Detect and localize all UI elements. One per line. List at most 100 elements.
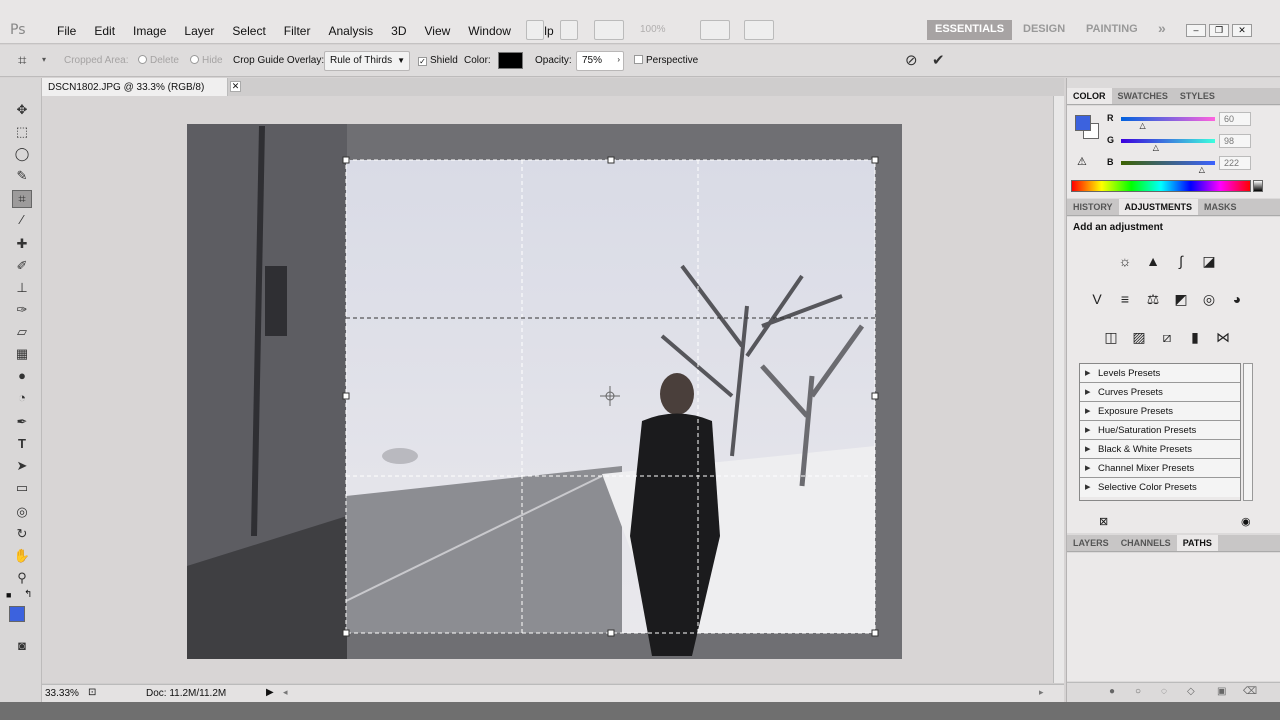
- tab-channels[interactable]: CHANNELS: [1115, 535, 1177, 551]
- menu-window[interactable]: Window: [459, 24, 520, 38]
- screen-mode-icon[interactable]: [744, 20, 774, 40]
- menu-edit[interactable]: Edit: [85, 24, 124, 38]
- list-item-curves-presets[interactable]: Curves Presets: [1080, 383, 1240, 402]
- tab-paths[interactable]: PATHS: [1176, 535, 1218, 551]
- zoom-readout[interactable]: 33.33%: [45, 688, 79, 699]
- healing-brush-tool-icon[interactable]: ✚: [12, 236, 32, 254]
- marquee-tool-icon[interactable]: ⬚: [12, 124, 32, 142]
- dodge-tool-icon[interactable]: ◔: [12, 390, 32, 408]
- 3d-rotate-tool-icon[interactable]: ◎: [12, 504, 32, 522]
- tab-color[interactable]: COLOR: [1067, 88, 1112, 104]
- cancel-crop-icon[interactable]: ⊘: [905, 51, 918, 69]
- move-tool-icon[interactable]: ✥: [12, 102, 32, 120]
- menu-analysis[interactable]: Analysis: [319, 24, 382, 38]
- hide-radio[interactable]: Hide: [190, 55, 223, 66]
- tab-styles[interactable]: STYLES: [1174, 88, 1221, 104]
- presets-scrollbar[interactable]: [1243, 363, 1253, 501]
- pen-tool-icon[interactable]: ✒: [12, 414, 32, 432]
- menu-3d[interactable]: 3D: [382, 24, 415, 38]
- load-path-selection-icon[interactable]: ◌: [1161, 686, 1167, 697]
- foreground-color-chip[interactable]: [1075, 115, 1091, 131]
- status-info-icon[interactable]: ⊡: [88, 687, 96, 698]
- tab-layers[interactable]: LAYERS: [1067, 535, 1115, 551]
- posterize-icon[interactable]: ▨: [1129, 329, 1149, 347]
- invert-icon[interactable]: ◫: [1101, 329, 1121, 347]
- opacity-input[interactable]: 75% ›: [576, 51, 624, 71]
- workspace-design[interactable]: DESIGN: [1015, 20, 1073, 40]
- list-item-hue-saturation-presets[interactable]: Hue/Saturation Presets: [1080, 421, 1240, 440]
- crop-guide-overlay-select[interactable]: Rule of Thirds ▼: [324, 51, 410, 71]
- perspective-checkbox[interactable]: Perspective: [634, 55, 698, 66]
- tab-adjustments[interactable]: ADJUSTMENTS: [1118, 199, 1199, 215]
- b-slider-thumb[interactable]: △: [1199, 165, 1205, 174]
- more-workspaces-icon[interactable]: »: [1150, 20, 1174, 40]
- gradient-map-icon[interactable]: ▮: [1185, 329, 1205, 347]
- lasso-tool-icon[interactable]: ◯: [12, 146, 32, 164]
- chevron-down-icon[interactable]: ▾: [42, 55, 46, 64]
- list-item-channel-mixer-presets[interactable]: Channel Mixer Presets: [1080, 459, 1240, 478]
- gradient-tool-icon[interactable]: ▦: [12, 346, 32, 364]
- list-item-selective-color-presets[interactable]: Selective Color Presets: [1080, 478, 1240, 497]
- selective-color-icon[interactable]: ⋈: [1213, 329, 1233, 347]
- scroll-left-icon[interactable]: ◂: [283, 687, 288, 698]
- canvas-viewport[interactable]: [42, 96, 1064, 683]
- zoom-level-dropdown[interactable]: 100%: [640, 24, 666, 35]
- return-to-list-icon[interactable]: ⊠: [1099, 515, 1108, 528]
- list-item-exposure-presets[interactable]: Exposure Presets: [1080, 402, 1240, 421]
- tab-history[interactable]: HISTORY: [1067, 199, 1119, 215]
- shield-checkbox[interactable]: ✓ Shield: [418, 55, 458, 66]
- minimize-icon[interactable]: –: [1186, 24, 1206, 37]
- menu-layer[interactable]: Layer: [175, 24, 223, 38]
- fill-path-icon[interactable]: ●: [1109, 686, 1115, 697]
- launch-mini-bridge-icon[interactable]: [560, 20, 578, 40]
- document-tab[interactable]: DSCN1802.JPG @ 33.3% (RGB/8) ✕: [42, 78, 241, 96]
- arrange-documents-icon[interactable]: [700, 20, 730, 40]
- photo-filter-icon[interactable]: ◎: [1199, 291, 1219, 309]
- scroll-right-icon[interactable]: ▸: [1039, 687, 1044, 698]
- status-menu-icon[interactable]: ▶: [266, 687, 274, 698]
- workspace-painting[interactable]: PAINTING: [1078, 20, 1146, 40]
- rectangle-tool-icon[interactable]: ▭: [12, 480, 32, 498]
- tab-swatches[interactable]: SWATCHES: [1112, 88, 1174, 104]
- eraser-tool-icon[interactable]: ▱: [12, 324, 32, 342]
- black-white-icon[interactable]: ◩: [1171, 291, 1191, 309]
- curves-icon[interactable]: ∫: [1171, 253, 1191, 271]
- channel-mixer-icon[interactable]: ◕: [1227, 291, 1247, 309]
- close-icon[interactable]: ✕: [1232, 24, 1252, 37]
- hue-saturation-icon[interactable]: ≡: [1115, 291, 1135, 309]
- workspace-essentials[interactable]: ESSENTIALS: [927, 20, 1013, 40]
- clone-stamp-tool-icon[interactable]: ⊥: [12, 280, 32, 298]
- path-selection-tool-icon[interactable]: ➤: [12, 458, 32, 476]
- crop-tool-icon[interactable]: ⌗: [12, 190, 32, 208]
- brush-tool-icon[interactable]: ✐: [12, 258, 32, 276]
- out-of-gamut-warning-icon[interactable]: ⚠: [1077, 155, 1087, 168]
- list-item-black-white-presets[interactable]: Black & White Presets: [1080, 440, 1240, 459]
- commit-crop-icon[interactable]: ✔: [932, 51, 945, 69]
- vibrance-icon[interactable]: V: [1087, 291, 1107, 309]
- shield-color-swatch[interactable]: [498, 52, 523, 69]
- 3d-orbit-tool-icon[interactable]: ↻: [12, 526, 32, 544]
- r-slider[interactable]: [1121, 117, 1215, 121]
- color-ramp[interactable]: [1071, 180, 1251, 192]
- restore-icon[interactable]: ❐: [1209, 24, 1229, 37]
- quick-mask-icon[interactable]: ◙: [12, 638, 32, 656]
- trash-icon[interactable]: ⌫: [1243, 686, 1257, 697]
- menu-select[interactable]: Select: [223, 24, 274, 38]
- history-brush-tool-icon[interactable]: ✑: [12, 302, 32, 320]
- make-work-path-icon[interactable]: ◇: [1187, 686, 1195, 697]
- zoom-tool-icon[interactable]: ⚲: [12, 570, 32, 588]
- exposure-icon[interactable]: ◪: [1199, 253, 1219, 271]
- eyedropper-tool-icon[interactable]: ⁄: [12, 212, 32, 230]
- document-image[interactable]: [42, 96, 1064, 683]
- swap-colors-icon[interactable]: ↰: [24, 589, 32, 600]
- new-path-icon[interactable]: ▣: [1217, 686, 1226, 697]
- crop-tool-preset-icon[interactable]: ⌗: [18, 52, 26, 69]
- brightness-contrast-icon[interactable]: ☼: [1115, 253, 1135, 271]
- launch-bridge-icon[interactable]: [526, 20, 544, 40]
- g-slider[interactable]: [1121, 139, 1215, 143]
- clip-to-layer-icon[interactable]: ◉: [1241, 515, 1251, 528]
- vertical-scrollbar[interactable]: [1053, 96, 1064, 683]
- stroke-path-icon[interactable]: ○: [1135, 686, 1141, 697]
- menu-file[interactable]: File: [48, 24, 85, 38]
- menu-filter[interactable]: Filter: [275, 24, 320, 38]
